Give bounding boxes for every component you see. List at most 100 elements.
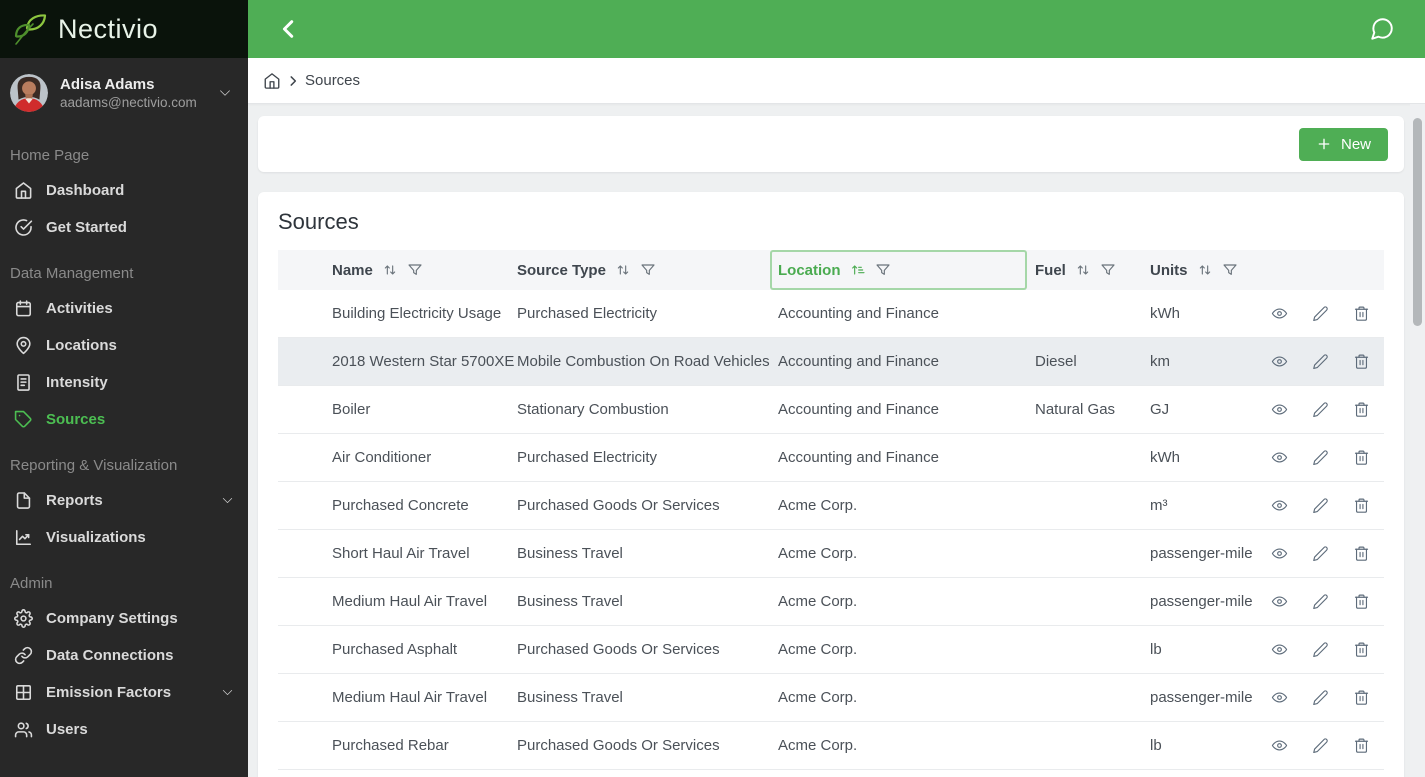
map-pin-icon	[14, 336, 33, 355]
edit-button[interactable]	[1312, 545, 1329, 562]
trash-icon	[1353, 497, 1370, 514]
sidebar-item-sources[interactable]: Sources	[0, 401, 248, 438]
edit-button[interactable]	[1312, 353, 1329, 370]
table-row[interactable]: Medium Haul Air Travel Business Travel A…	[278, 674, 1384, 722]
sidebar-item-reports[interactable]: Reports	[0, 482, 248, 519]
table-header-row: Name Source Type Location Fuel Units	[278, 250, 1384, 290]
cell-units: passenger-mile	[1150, 545, 1253, 562]
sidebar-item-locations[interactable]: Locations	[0, 327, 248, 364]
delete-button[interactable]	[1353, 401, 1370, 418]
edit-button[interactable]	[1312, 449, 1329, 466]
edit-button[interactable]	[1312, 593, 1329, 610]
back-button[interactable]	[278, 18, 300, 40]
sidebar-item-visualizations[interactable]: Visualizations	[0, 519, 248, 556]
section-label-home-page: Home Page	[10, 147, 90, 164]
sidebar-item-users[interactable]: Users	[0, 711, 248, 748]
view-button[interactable]	[1271, 497, 1288, 514]
edit-button[interactable]	[1312, 641, 1329, 658]
table-row[interactable]: Boiler Stationary Combustion Accounting …	[278, 386, 1384, 434]
filter-icon[interactable]	[1222, 262, 1238, 278]
sidebar-item-data-connections[interactable]: Data Connections	[0, 637, 248, 674]
filter-icon[interactable]	[875, 262, 891, 278]
filter-icon[interactable]	[1100, 262, 1116, 278]
cell-units: GJ	[1150, 401, 1170, 418]
pencil-icon	[1312, 401, 1329, 418]
table-row[interactable]: Purchased Asphalt Purchased Goods Or Ser…	[278, 626, 1384, 674]
delete-button[interactable]	[1353, 641, 1370, 658]
filter-icon[interactable]	[407, 262, 423, 278]
file-icon	[14, 491, 33, 510]
cell-units: km	[1150, 353, 1170, 370]
delete-button[interactable]	[1353, 353, 1370, 370]
scrollbar-thumb[interactable]	[1413, 118, 1422, 326]
column-header-source-type[interactable]: Source Type	[517, 250, 770, 290]
delete-button[interactable]	[1353, 305, 1370, 322]
view-button[interactable]	[1271, 641, 1288, 658]
delete-button[interactable]	[1353, 545, 1370, 562]
view-button[interactable]	[1271, 545, 1288, 562]
new-button[interactable]: New	[1298, 127, 1388, 161]
user-menu[interactable]: Adisa Adams aadams@nectivio.com	[0, 58, 248, 128]
view-button[interactable]	[1271, 401, 1288, 418]
table-row[interactable]: Purchased Concrete Purchased Goods Or Se…	[278, 482, 1384, 530]
cell-location: Accounting and Finance	[778, 401, 939, 418]
eye-icon	[1271, 641, 1288, 658]
cell-units: passenger-mile	[1150, 593, 1253, 610]
eye-icon	[1271, 545, 1288, 562]
plus-icon	[1316, 136, 1332, 152]
pencil-icon	[1312, 449, 1329, 466]
sidebar-item-intensity[interactable]: Intensity	[0, 364, 248, 401]
cell-source-type: Purchased Goods Or Services	[517, 737, 720, 754]
view-button[interactable]	[1271, 353, 1288, 370]
table-row[interactable]: Medium Haul Air Travel Business Travel A…	[278, 578, 1384, 626]
sidebar-item-activities[interactable]: Activities	[0, 290, 248, 327]
table-row[interactable]: Short Haul Air Travel Business Travel Ac…	[278, 530, 1384, 578]
delete-button[interactable]	[1353, 449, 1370, 466]
cell-source-type: Stationary Combustion	[517, 401, 669, 418]
view-button[interactable]	[1271, 689, 1288, 706]
cell-location: Accounting and Finance	[778, 449, 939, 466]
edit-button[interactable]	[1312, 305, 1329, 322]
cell-location: Acme Corp.	[778, 689, 858, 706]
edit-button[interactable]	[1312, 689, 1329, 706]
filter-icon[interactable]	[640, 262, 656, 278]
sidebar-item-company-settings[interactable]: Company Settings	[0, 600, 248, 637]
user-name: Adisa Adams	[60, 76, 155, 93]
chevron-down-icon	[216, 84, 234, 102]
table-row[interactable]: 2018 Western Star 5700XE Mobile Combusti…	[278, 338, 1384, 386]
edit-button[interactable]	[1312, 737, 1329, 754]
edit-button[interactable]	[1312, 497, 1329, 514]
section-label-admin: Admin	[10, 575, 53, 592]
chat-button[interactable]	[1369, 16, 1395, 42]
edit-button[interactable]	[1312, 401, 1329, 418]
delete-button[interactable]	[1353, 497, 1370, 514]
view-button[interactable]	[1271, 737, 1288, 754]
view-button[interactable]	[1271, 593, 1288, 610]
table-row[interactable]: Building Electricity Usage Purchased Ele…	[278, 290, 1384, 338]
delete-button[interactable]	[1353, 593, 1370, 610]
sidebar-item-dashboard[interactable]: Dashboard	[0, 172, 248, 209]
cell-source-type: Purchased Goods Or Services	[517, 497, 720, 514]
home-icon[interactable]	[263, 72, 281, 90]
chevron-down-icon	[219, 492, 236, 509]
sources-table-card: Sources Name Source Type Location Fuel U…	[258, 192, 1404, 777]
table-row[interactable]: Purchased Rebar Purchased Goods Or Servi…	[278, 722, 1384, 770]
eye-icon	[1271, 449, 1288, 466]
delete-button[interactable]	[1353, 689, 1370, 706]
cell-name: Short Haul Air Travel	[332, 545, 470, 562]
column-header-location[interactable]: Location	[770, 250, 1027, 290]
view-button[interactable]	[1271, 305, 1288, 322]
column-header-fuel[interactable]: Fuel	[1027, 250, 1142, 290]
cell-name: Purchased Concrete	[332, 497, 469, 514]
eye-icon	[1271, 305, 1288, 322]
table-row[interactable]: Air Conditioner Purchased Electricity Ac…	[278, 434, 1384, 482]
sidebar-item-get-started[interactable]: Get Started	[0, 209, 248, 246]
column-header-units[interactable]: Units	[1142, 250, 1254, 290]
column-header-name[interactable]: Name	[332, 250, 517, 290]
cell-location: Acme Corp.	[778, 545, 858, 562]
sidebar-item-emission-factors[interactable]: Emission Factors	[0, 674, 248, 711]
delete-button[interactable]	[1353, 737, 1370, 754]
calendar-icon	[14, 299, 33, 318]
avatar	[10, 74, 48, 112]
view-button[interactable]	[1271, 449, 1288, 466]
